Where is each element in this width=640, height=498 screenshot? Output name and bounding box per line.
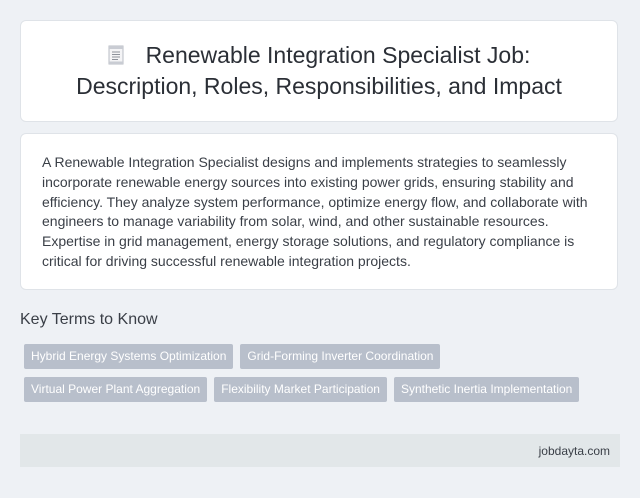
key-terms-list: Hybrid Energy Systems Optimization Grid-…: [24, 344, 624, 410]
key-term-tag[interactable]: Grid-Forming Inverter Coordination: [240, 344, 441, 369]
key-term-tag[interactable]: Hybrid Energy Systems Optimization: [24, 344, 234, 369]
document-icon: [108, 42, 124, 65]
title-line-1: Renewable Integration Specialist Job:: [145, 42, 531, 68]
key-terms-row: Hybrid Energy Systems Optimization Grid-…: [24, 344, 624, 369]
key-term-tag[interactable]: Virtual Power Plant Aggregation: [24, 377, 208, 402]
key-term-tag[interactable]: Flexibility Market Participation: [214, 377, 387, 402]
description-card: A Renewable Integration Specialist desig…: [20, 133, 618, 290]
key-term-tag[interactable]: Synthetic Inertia Implementation: [393, 377, 580, 402]
title-line-2: Description, Roles, Responsibilities, an…: [76, 73, 562, 99]
key-terms-heading: Key Terms to Know: [20, 311, 158, 328]
key-terms-row: Virtual Power Plant Aggregation Flexibil…: [24, 377, 624, 402]
page-title: Renewable Integration Specialist Job: De…: [76, 40, 562, 102]
footer: jobdayta.com: [20, 434, 620, 467]
footer-site-link[interactable]: jobdayta.com: [539, 444, 610, 458]
title-card: Renewable Integration Specialist Job: De…: [20, 20, 618, 122]
description-text: A Renewable Integration Specialist desig…: [42, 154, 588, 269]
